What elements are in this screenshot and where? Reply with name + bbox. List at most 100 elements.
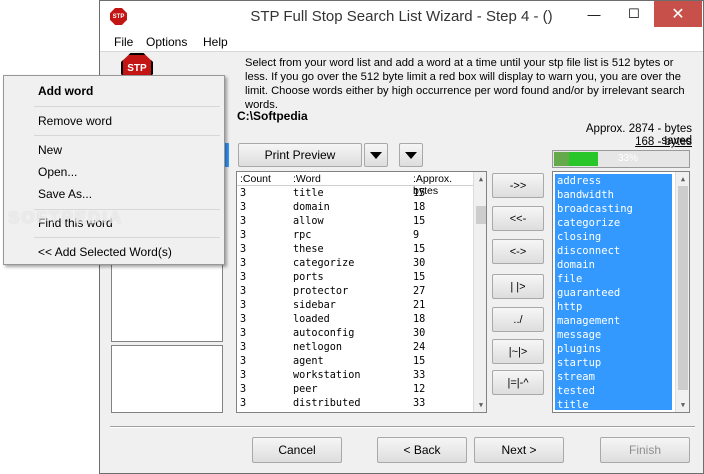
- cancel-button[interactable]: Cancel: [252, 437, 342, 463]
- cell-word: rpc: [293, 230, 312, 241]
- cell-bytes: 15: [413, 244, 426, 255]
- table-row[interactable]: 3 agent 15: [237, 356, 473, 370]
- menu-help[interactable]: Help: [203, 35, 228, 49]
- table-row[interactable]: 3 these 15: [237, 244, 473, 258]
- dropdown-button-2[interactable]: [399, 143, 423, 167]
- screen: STP STP Full Stop Search List Wizard - S…: [0, 0, 704, 474]
- next-button[interactable]: Next >: [474, 437, 564, 463]
- cell-word: loaded: [293, 314, 330, 325]
- table-row[interactable]: 3 ports 15: [237, 272, 473, 286]
- list-item[interactable]: closing: [555, 230, 672, 244]
- menu-item-add-selected[interactable]: << Add Selected Word(s): [38, 245, 172, 259]
- table-header: :Count :Word :Approx. bytes: [237, 172, 473, 197]
- close-button[interactable]: ✕: [654, 1, 702, 27]
- table-row[interactable]: 3 protector 27: [237, 286, 473, 300]
- list-item[interactable]: file: [555, 272, 672, 286]
- progress-track: 33%: [554, 152, 688, 166]
- table-scrollbar[interactable]: ▲ ▼: [473, 172, 486, 412]
- bytes-used-link[interactable]: 168 - bytes: [555, 136, 692, 148]
- table-row[interactable]: 3 categorize 30: [237, 258, 473, 272]
- context-menu: Add word Remove word New Open... Save As…: [3, 75, 225, 265]
- list-item[interactable]: broadcasting: [555, 202, 672, 216]
- cell-word: protector: [293, 286, 349, 297]
- table-row[interactable]: 3 sidebar 21: [237, 300, 473, 314]
- cell-word: domain: [293, 202, 330, 213]
- list-item[interactable]: message: [555, 328, 672, 342]
- dropdown-button-1[interactable]: [364, 143, 388, 167]
- cell-word: these: [293, 244, 324, 255]
- scroll-up-icon[interactable]: ▲: [474, 172, 486, 186]
- list-item[interactable]: startup: [555, 356, 672, 370]
- menu-file[interactable]: File: [114, 35, 133, 49]
- table-row[interactable]: 3 allow 15: [237, 216, 473, 230]
- list-item[interactable]: domain: [555, 258, 672, 272]
- menu-item-new[interactable]: New: [38, 143, 62, 157]
- menu-item-open[interactable]: Open...: [38, 165, 77, 179]
- list-item[interactable]: address: [555, 174, 672, 188]
- scroll-down-icon[interactable]: ▼: [676, 398, 689, 412]
- menu-item-add-word[interactable]: Add word: [38, 84, 93, 98]
- maximize-button[interactable]: ☐: [614, 1, 654, 27]
- back-button[interactable]: < Back: [377, 437, 467, 463]
- word-list-table[interactable]: :Count :Word :Approx. bytes 3 title 15 3 dom…: [236, 171, 487, 413]
- finish-button[interactable]: Finish: [600, 437, 690, 463]
- cell-count: 3: [240, 188, 247, 199]
- stop-word-list[interactable]: address bandwidth broadcasting categorize cl…: [552, 171, 690, 413]
- transfer-button-5[interactable]: ../: [492, 307, 544, 332]
- table-row[interactable]: 3 peer 12: [237, 384, 473, 398]
- transfer-button-6[interactable]: |~|>: [492, 339, 544, 364]
- minimize-button[interactable]: —: [574, 1, 614, 27]
- table-row[interactable]: 3 title 15: [237, 188, 473, 202]
- cell-word: ports: [293, 272, 324, 283]
- scroll-down-icon[interactable]: ▼: [474, 398, 486, 412]
- menu-separator: [34, 135, 220, 136]
- transfer-button-7[interactable]: |=|-^: [492, 370, 544, 395]
- cell-bytes: 27: [413, 286, 426, 297]
- scroll-up-icon[interactable]: ▲: [676, 172, 689, 186]
- table-row[interactable]: 3 domain 18: [237, 202, 473, 216]
- column-header-word[interactable]: :Word: [293, 173, 321, 185]
- list-item[interactable]: http: [555, 300, 672, 314]
- column-header-count[interactable]: :Count: [240, 173, 271, 185]
- menu-options[interactable]: Options: [146, 35, 187, 49]
- transfer-button-1[interactable]: ->>: [492, 173, 544, 198]
- cell-word: distributed: [293, 398, 361, 409]
- left-preview-box[interactable]: [111, 345, 223, 413]
- cell-word: agent: [293, 356, 324, 367]
- table-row[interactable]: 3 workstation 33: [237, 370, 473, 384]
- scrollbar-thumb[interactable]: [678, 186, 688, 390]
- list-item[interactable]: plugins: [555, 342, 672, 356]
- table-row[interactable]: 3 distributed 33: [237, 398, 473, 412]
- table-row[interactable]: 3 autoconfig 30: [237, 328, 473, 342]
- transfer-button-2[interactable]: <<-: [492, 206, 544, 231]
- list-item[interactable]: bandwidth: [555, 188, 672, 202]
- print-preview-button[interactable]: Print Preview: [238, 143, 362, 167]
- cell-count: 3: [240, 244, 247, 255]
- table-row[interactable]: 3 netlogon 24: [237, 342, 473, 356]
- cell-word: categorize: [293, 258, 355, 269]
- title-bar[interactable]: STP STP Full Stop Search List Wizard - S…: [100, 1, 703, 32]
- list-item[interactable]: categorize: [555, 216, 672, 230]
- menu-item-remove-word[interactable]: Remove word: [38, 114, 112, 128]
- stop-list-scrollbar[interactable]: ▲ ▼: [675, 172, 689, 412]
- cell-count: 3: [240, 258, 247, 269]
- cell-bytes: 33: [413, 370, 426, 381]
- transfer-button-4[interactable]: | |>: [492, 274, 544, 299]
- list-item[interactable]: title: [555, 398, 672, 412]
- list-item[interactable]: disconnect: [555, 244, 672, 258]
- list-item[interactable]: stream: [555, 370, 672, 384]
- menu-item-save-as[interactable]: Save As...: [38, 187, 92, 201]
- chevron-down-icon: [405, 151, 417, 159]
- table-row[interactable]: 3 rpc 9: [237, 230, 473, 244]
- list-item[interactable]: guaranteed: [555, 286, 672, 300]
- cell-count: 3: [240, 202, 247, 213]
- table-row[interactable]: 3 loaded 18: [237, 314, 473, 328]
- list-item[interactable]: tested: [555, 384, 672, 398]
- menu-item-find-word[interactable]: Find this word: [38, 216, 113, 230]
- cell-bytes: 12: [413, 384, 426, 395]
- list-item[interactable]: management: [555, 314, 672, 328]
- scrollbar-thumb[interactable]: [476, 206, 486, 224]
- menu-bar: File Options Help: [100, 32, 703, 52]
- cell-word: allow: [293, 216, 324, 227]
- transfer-button-3[interactable]: <->: [492, 239, 544, 264]
